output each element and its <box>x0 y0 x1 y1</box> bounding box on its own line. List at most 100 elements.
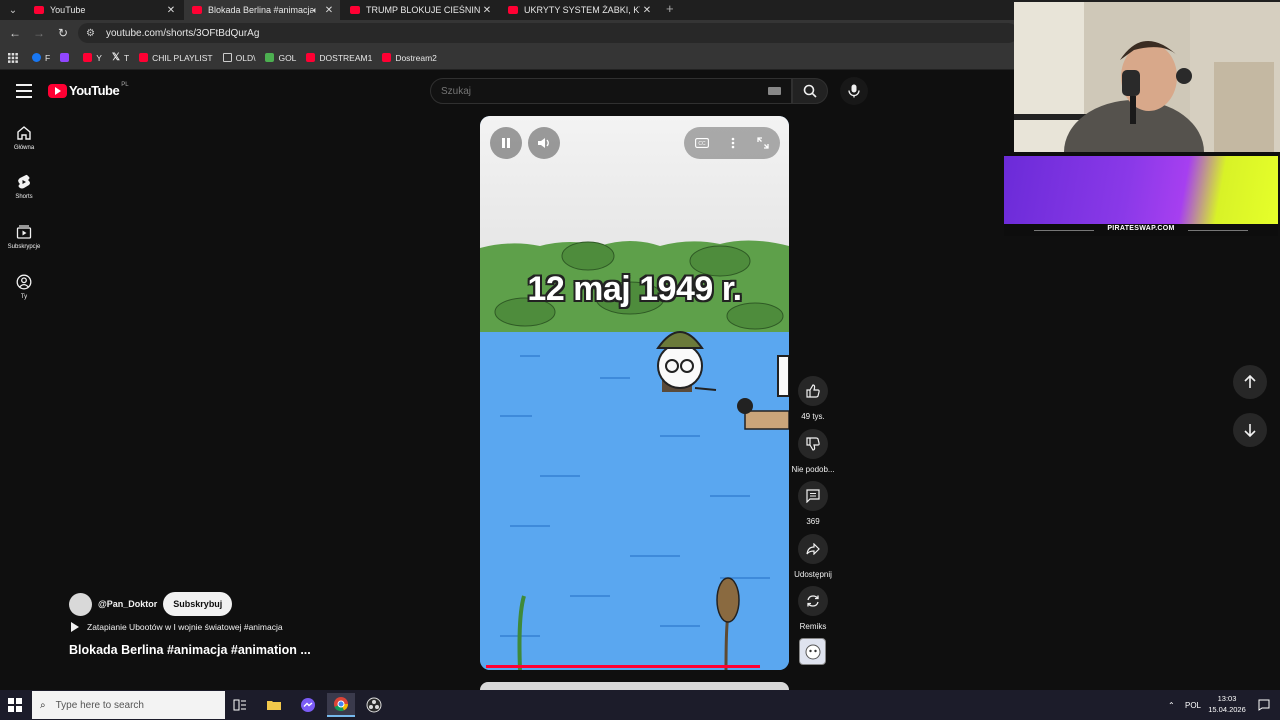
rail-subscriptions[interactable]: Subskrypcje <box>0 223 48 250</box>
language-indicator[interactable]: POL <box>1185 690 1201 720</box>
tab-trump[interactable]: TRUMP BLOKUJE CIEŚNINĘ, ale ✕ <box>342 0 498 20</box>
remix-button[interactable] <box>798 586 828 616</box>
remix-label: Remiks <box>799 622 827 631</box>
windows-start-icon[interactable] <box>8 698 22 712</box>
bookmark-dostream1[interactable]: DOSTREAM1 <box>306 53 372 63</box>
hamburger-menu-icon[interactable] <box>16 84 32 98</box>
youtube-icon <box>83 53 93 62</box>
share-button[interactable] <box>798 534 828 564</box>
like-button[interactable] <box>798 376 828 406</box>
channel-avatar[interactable] <box>69 592 92 616</box>
back-icon[interactable]: ← <box>6 24 24 42</box>
pause-icon <box>502 138 510 148</box>
remix-action[interactable]: Remiks <box>792 586 834 631</box>
tab-search-icon[interactable]: ⌄ <box>4 2 22 18</box>
search-button[interactable] <box>792 78 828 104</box>
rail-home[interactable]: Główna <box>0 124 48 151</box>
previous-short-button[interactable] <box>1233 365 1267 399</box>
bookmark-chil-playlist[interactable]: CHIL PLAYLIST <box>139 52 213 63</box>
tab-zabka[interactable]: UKRYTY SYSTEM ŻABKI, KTÓRY ✕ <box>500 0 658 20</box>
folder-icon <box>222 53 232 62</box>
screen: ⌄ YouTube ✕ Blokada Berlina #animacja #a… <box>0 0 1280 720</box>
video-progress-bar[interactable] <box>486 665 760 668</box>
taskbar-search[interactable]: ⌕ Type here to search <box>32 691 225 719</box>
short-title[interactable]: Blokada Berlina #animacja #animation ... <box>69 643 311 657</box>
close-tab-icon[interactable]: ✕ <box>480 5 494 16</box>
bookmark-label: CHIL PLAYLIST <box>152 52 213 63</box>
apps-icon[interactable] <box>8 52 18 63</box>
chrome-icon[interactable] <box>327 693 355 717</box>
voice-search-button[interactable] <box>840 77 868 105</box>
new-tab-icon[interactable]: + <box>666 1 674 16</box>
bookmark-old[interactable]: OLD\ <box>222 52 256 63</box>
gol-icon <box>265 53 275 62</box>
comments-action[interactable]: 369 <box>792 481 834 526</box>
share-action[interactable]: Udostępnij <box>792 534 834 579</box>
captions-icon[interactable]: CC <box>695 138 709 148</box>
tray-chevron-icon[interactable]: ⌃ <box>1168 690 1175 720</box>
messenger-icon[interactable] <box>294 693 322 717</box>
dislike-button[interactable] <box>798 429 828 459</box>
search-box <box>430 78 792 104</box>
tab-title: YouTube <box>50 5 86 15</box>
taskbar: ⌕ Type here to search ⌃ POL 13:03 15.04.… <box>0 690 1280 720</box>
more-options-icon[interactable] <box>731 137 735 149</box>
avatar-face-icon <box>805 644 820 659</box>
comments-count: 369 <box>806 517 820 526</box>
bookmark-dostream2[interactable]: Dostream2 <box>382 53 437 63</box>
dislike-action[interactable]: Nie podob... <box>791 429 835 474</box>
close-tab-icon[interactable]: ✕ <box>640 5 654 16</box>
account-icon <box>15 273 33 291</box>
taskbar-clock[interactable]: 13:03 15.04.2026 <box>1202 693 1252 715</box>
bookmark-label: Dostream2 <box>395 52 437 63</box>
task-view-icon[interactable] <box>226 693 254 717</box>
bookmark-gol[interactable]: GOL <box>265 53 296 63</box>
rail-you[interactable]: Ty <box>0 273 48 300</box>
reload-icon[interactable]: ↻ <box>54 24 72 42</box>
tab-title: TRUMP BLOKUJE CIEŚNINĘ, ale <box>366 5 480 15</box>
bookmark-label: OLD\ <box>235 52 256 63</box>
rail-shorts[interactable]: Shorts <box>0 173 48 200</box>
keyboard-icon[interactable] <box>768 87 781 95</box>
file-explorer-icon[interactable] <box>260 693 288 717</box>
youtube-icon <box>139 53 149 62</box>
pause-button[interactable] <box>490 127 522 159</box>
shorts-icon <box>15 173 33 191</box>
speaker-icon[interactable]: 🔈︎ <box>313 5 318 16</box>
bookmark-twitch[interactable] <box>60 53 73 62</box>
webcam-overlay <box>1014 2 1280 152</box>
bookmark-facebook[interactable]: F <box>32 53 50 63</box>
short-description[interactable]: Zatapianie Ubootów w I wojnie światowej … <box>71 622 283 632</box>
subscribe-button[interactable]: Subskrybuj <box>163 592 233 616</box>
forward-icon[interactable]: → <box>30 24 48 42</box>
search-input[interactable] <box>441 85 761 97</box>
arrow-up-icon <box>1244 375 1256 388</box>
channel-name[interactable]: @Pan_Doktor <box>98 599 157 609</box>
bookmark-x[interactable]: 𝕏T <box>112 52 129 63</box>
sound-source-avatar[interactable] <box>799 638 826 665</box>
volume-button[interactable] <box>528 127 560 159</box>
tab-youtube[interactable]: YouTube ✕ <box>26 0 182 20</box>
search-icon <box>803 84 817 98</box>
like-action[interactable]: 49 tys. <box>792 376 834 421</box>
bookmark-youtube[interactable]: Y <box>83 53 102 63</box>
site-info-icon[interactable]: ⚙︎ <box>86 28 100 39</box>
fullscreen-icon[interactable] <box>757 137 769 149</box>
short-video-player[interactable] <box>480 116 789 670</box>
facebook-icon <box>32 53 41 62</box>
comments-button[interactable] <box>798 481 828 511</box>
close-tab-icon[interactable]: ✕ <box>322 5 336 16</box>
bookmark-label: F <box>45 52 51 63</box>
home-icon <box>15 124 33 142</box>
youtube-logo[interactable]: YouTube PL <box>48 82 129 98</box>
video-overlay-date: 12 maj 1949 r. <box>527 270 742 308</box>
next-short-button[interactable] <box>1233 413 1267 447</box>
obs-icon[interactable] <box>360 693 388 717</box>
youtube-icon <box>306 53 316 62</box>
tab-blokada-berlina[interactable]: Blokada Berlina #animacja #anim 🔈︎ ✕ <box>184 0 340 20</box>
notifications-icon[interactable] <box>1258 690 1270 720</box>
address-bar[interactable]: ⚙︎ youtube.com/shorts/3OFtBdQurAg <box>78 23 1018 43</box>
description-text: Zatapianie Ubootów w I wojnie światowej … <box>87 622 283 632</box>
tab-title: UKRYTY SYSTEM ŻABKI, KTÓRY <box>524 5 640 15</box>
close-tab-icon[interactable]: ✕ <box>164 5 178 16</box>
